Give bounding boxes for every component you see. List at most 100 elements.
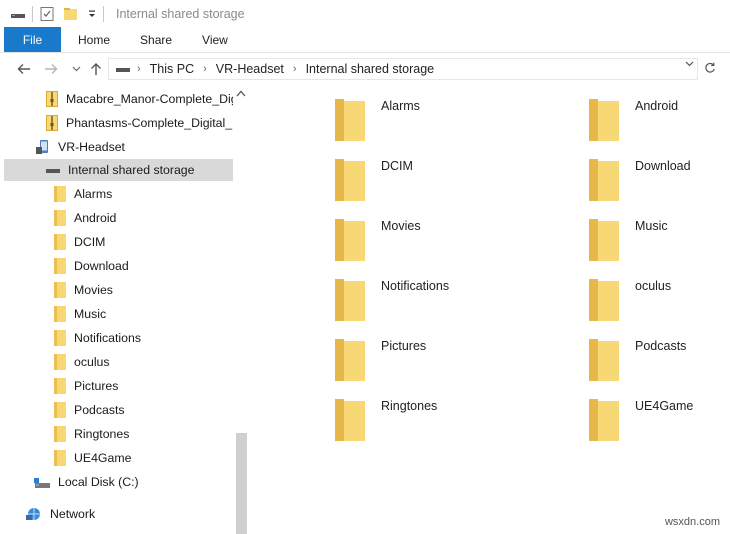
- local-disk-icon: [34, 475, 50, 489]
- folder-icon: [589, 159, 623, 203]
- nav-item-label: Ringtones: [74, 427, 130, 441]
- tab-share[interactable]: Share: [125, 27, 187, 52]
- folder-icon: [54, 426, 66, 442]
- folder-icon: [335, 279, 369, 323]
- window-title: Internal shared storage: [116, 6, 245, 21]
- customize-toolbar-dropdown-icon[interactable]: [87, 9, 97, 19]
- folder-label: oculus: [635, 279, 672, 293]
- title-bar: Internal shared storage: [0, 0, 730, 27]
- breadcrumb-vr-headset[interactable]: VR-Headset: [216, 62, 284, 76]
- navigation-bar: › This PC › VR-Headset › Internal shared…: [0, 53, 730, 86]
- folder-alarms[interactable]: Alarms: [335, 99, 420, 143]
- nav-item-label: Alarms: [74, 187, 113, 201]
- folder-label: Notifications: [381, 279, 450, 293]
- forward-button[interactable]: [40, 58, 62, 80]
- folder-notifications[interactable]: Notifications: [335, 279, 449, 323]
- navigation-pane[interactable]: Macabre_Manor-Complete_Digi Phantasms-Co…: [0, 86, 250, 534]
- properties-icon[interactable]: [39, 6, 55, 22]
- back-button[interactable]: [13, 58, 35, 80]
- folder-ringtones[interactable]: Ringtones: [335, 399, 437, 443]
- watermark: wsxdn.com: [664, 516, 720, 528]
- folder-label: Alarms: [381, 99, 420, 113]
- folder-oculus[interactable]: oculus: [589, 279, 671, 323]
- folder-icon: [54, 402, 66, 418]
- nav-item-macabre-manor[interactable]: Macabre_Manor-Complete_Digi: [46, 88, 240, 110]
- new-folder-icon[interactable]: [63, 6, 79, 22]
- network-icon: [26, 506, 42, 522]
- nav-item-vr-headset[interactable]: VR-Headset: [36, 136, 125, 158]
- scroll-up-icon[interactable]: [236, 90, 246, 97]
- nav-item-local-disk[interactable]: Local Disk (C:): [34, 471, 139, 493]
- drive-icon: [10, 9, 26, 19]
- nav-item-label: oculus: [74, 355, 110, 369]
- nav-item-label: Movies: [74, 283, 113, 297]
- nav-item-android[interactable]: Android: [54, 207, 116, 229]
- nav-item-label: Network: [50, 507, 96, 521]
- breadcrumb-this-pc[interactable]: This PC: [150, 62, 194, 76]
- tab-file[interactable]: File: [4, 27, 61, 52]
- nav-item-podcasts[interactable]: Podcasts: [54, 399, 125, 421]
- nav-item-alarms[interactable]: Alarms: [54, 183, 112, 205]
- folder-icon: [54, 306, 66, 322]
- tab-home[interactable]: Home: [61, 27, 125, 52]
- folder-pictures[interactable]: Pictures: [335, 339, 426, 383]
- up-button[interactable]: [85, 58, 107, 80]
- folder-icon: [335, 159, 369, 203]
- folder-icon: [54, 354, 66, 370]
- file-list-view[interactable]: Alarms Android DCIM Download Movies Musi…: [251, 86, 730, 534]
- nav-item-network[interactable]: Network: [26, 503, 95, 525]
- nav-item-internal-shared-storage[interactable]: Internal shared storage: [4, 159, 233, 181]
- folder-android[interactable]: Android: [589, 99, 678, 143]
- scrollbar-thumb[interactable]: [236, 433, 247, 534]
- nav-item-label: Phantasms-Complete_Digital_De: [66, 116, 248, 130]
- nav-item-label: Local Disk (C:): [58, 475, 139, 489]
- tab-view[interactable]: View: [187, 27, 243, 52]
- breadcrumb-chevron-icon[interactable]: ›: [293, 63, 297, 75]
- arrow-right-icon: [44, 63, 58, 75]
- arrow-up-icon: [90, 62, 102, 76]
- folder-label: UE4Game: [635, 399, 694, 413]
- nav-item-label: Macabre_Manor-Complete_Digi: [66, 92, 241, 106]
- folder-movies[interactable]: Movies: [335, 219, 421, 263]
- folder-music[interactable]: Music: [589, 219, 668, 263]
- folder-icon: [335, 339, 369, 383]
- folder-dcim[interactable]: DCIM: [335, 159, 413, 203]
- nav-item-notifications[interactable]: Notifications: [54, 327, 141, 349]
- nav-item-oculus[interactable]: oculus: [54, 351, 110, 373]
- nav-item-ue4game[interactable]: UE4Game: [54, 447, 131, 469]
- folder-label: Download: [635, 159, 691, 173]
- folder-podcasts[interactable]: Podcasts: [589, 339, 686, 383]
- folder-icon: [589, 99, 623, 143]
- folder-icon: [54, 450, 66, 466]
- nav-item-ringtones[interactable]: Ringtones: [54, 423, 129, 445]
- nav-item-pictures[interactable]: Pictures: [54, 375, 118, 397]
- navigation-pane-scrollbar[interactable]: [233, 86, 250, 534]
- nav-item-dcim[interactable]: DCIM: [54, 231, 105, 253]
- folder-icon: [589, 339, 623, 383]
- folder-download[interactable]: Download: [589, 159, 691, 203]
- folder-label: Music: [635, 219, 668, 233]
- nav-item-download[interactable]: Download: [54, 255, 129, 277]
- nav-item-label: Notifications: [74, 331, 141, 345]
- nav-item-music[interactable]: Music: [54, 303, 106, 325]
- folder-ue4game[interactable]: UE4Game: [589, 399, 693, 443]
- address-bar[interactable]: › This PC › VR-Headset › Internal shared…: [108, 58, 698, 80]
- refresh-button[interactable]: [701, 58, 719, 78]
- breadcrumb-chevron-icon[interactable]: ›: [137, 63, 141, 75]
- quick-access-toolbar: [10, 0, 110, 27]
- device-icon: [36, 139, 50, 155]
- folder-icon: [54, 210, 66, 226]
- breadcrumb-internal-shared-storage[interactable]: Internal shared storage: [306, 62, 435, 76]
- nav-item-label: DCIM: [74, 235, 106, 249]
- nav-item-movies[interactable]: Movies: [54, 279, 113, 301]
- folder-icon: [54, 258, 66, 274]
- toolbar-separator: [103, 5, 104, 22]
- refresh-icon: [704, 62, 716, 74]
- folder-label: Android: [635, 99, 679, 113]
- address-history-dropdown[interactable]: [685, 61, 694, 67]
- nav-item-phantasms[interactable]: Phantasms-Complete_Digital_De: [46, 112, 248, 134]
- breadcrumb-chevron-icon[interactable]: ›: [203, 63, 207, 75]
- nav-item-label: VR-Headset: [58, 140, 125, 154]
- recent-locations-button[interactable]: [65, 58, 87, 80]
- folder-icon: [335, 219, 369, 263]
